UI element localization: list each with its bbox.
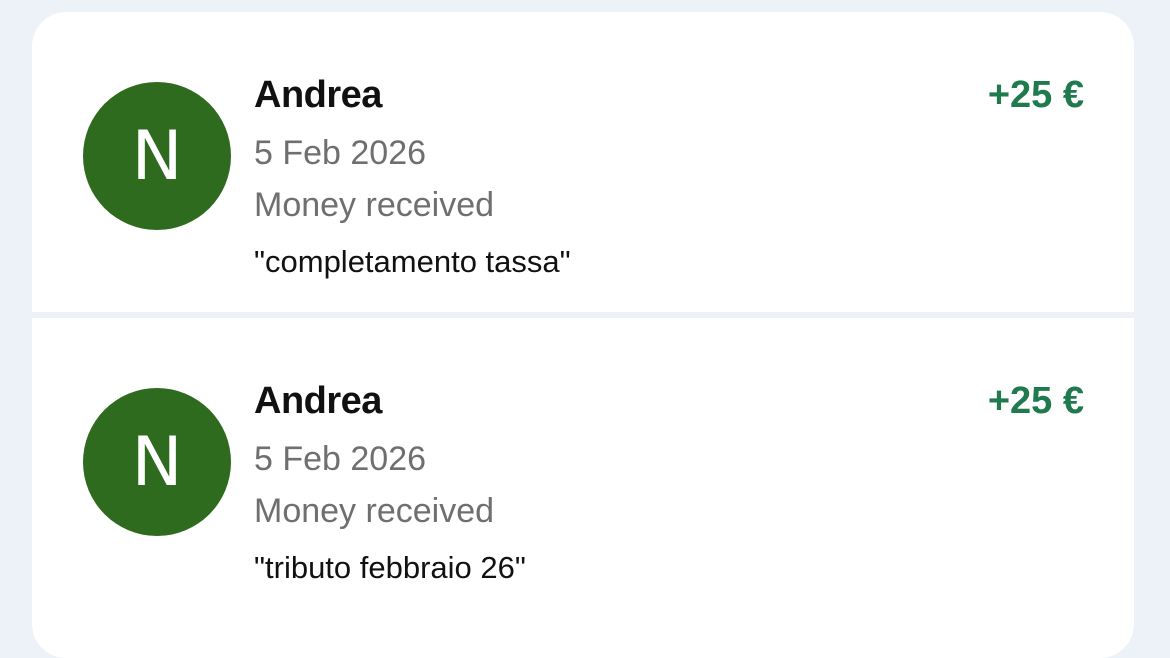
transaction-type: Money received <box>254 186 495 224</box>
transaction-note: "completamento tassa" <box>254 244 571 279</box>
redaction-mark <box>387 78 428 115</box>
redaction-mark <box>387 384 528 421</box>
transaction-amount: +25 € <box>987 74 1084 116</box>
transaction-type: Money received <box>254 492 495 530</box>
avatar: N <box>83 82 231 230</box>
sender-name: Andrea <box>254 380 528 423</box>
transaction-date: 5 Feb 2026 <box>254 440 427 478</box>
transaction-date: 5 Feb 2026 <box>254 134 427 172</box>
transaction-card-2[interactable]: N Andrea 5 Feb 2026 Money received "trib… <box>32 318 1134 658</box>
transaction-note: "tributo febbraio 26" <box>254 550 526 585</box>
transaction-card-1[interactable]: N Andrea 5 Feb 2026 Money received "comp… <box>32 12 1134 312</box>
transaction-amount: +25 € <box>987 380 1084 422</box>
avatar: N <box>83 388 231 536</box>
sender-name-text: Andrea <box>254 74 382 116</box>
sender-name-text: Andrea <box>254 380 382 422</box>
sender-name: Andrea <box>254 74 428 117</box>
